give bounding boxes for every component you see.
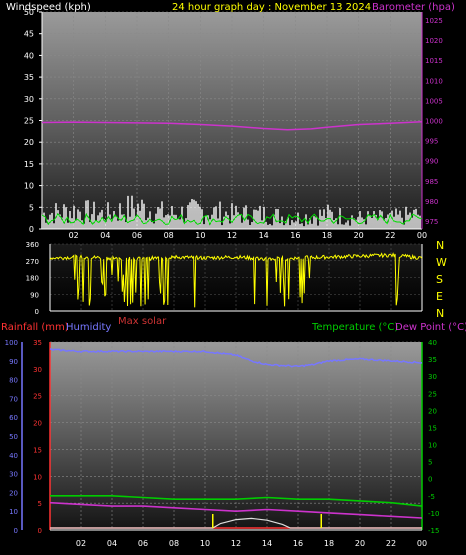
dewpoint-label: Dew Point (°C) [395,322,466,333]
x-tick: 18 [324,539,334,548]
y-right-tick: 995 [425,138,438,146]
rain-tick: 35 [33,339,42,347]
temp-tick: 15 [428,424,437,432]
humidity-tick: 80 [9,377,18,385]
x-tick: 10 [195,231,205,240]
temp-tick: 5 [428,459,432,467]
humidity-tick: 0 [14,527,18,535]
x-tick: 08 [164,231,174,240]
y-left-tick: 40 [24,51,34,60]
y-tick: 180 [26,275,39,283]
y-right-tick: 985 [425,178,438,186]
x-tick: 08 [169,539,179,548]
compass-w: W [436,256,447,269]
x-tick: 20 [355,539,365,548]
y-left-tick: 50 [24,8,34,17]
x-tick: 14 [259,231,269,240]
y-left-tick: 15 [24,160,34,169]
x-tick: 12 [227,231,237,240]
humidity-tick: 60 [9,414,18,422]
humidity-tick: 30 [9,471,18,479]
x-tick: 06 [138,539,148,548]
humidity-label: Humidity [66,322,111,333]
y-right-tick: 1020 [425,37,443,45]
humidity-tick: 20 [9,489,18,497]
temp-tick: 40 [428,339,437,347]
temp-tick: -10 [428,510,439,518]
rain-tick: 25 [33,393,42,401]
x-tick: 10 [200,539,210,548]
y-right-tick: 1000 [425,118,443,126]
humidity-tick: 40 [9,452,18,460]
x-tick: 02 [76,539,86,548]
y-right-tick: 990 [425,158,438,166]
graph-canvas: Windspeed (kph) 24 hour graph day : Nove… [1,2,466,548]
y-tick: 90 [30,291,39,299]
compass-n-top: N [436,239,444,252]
y-left-tick: 35 [24,73,34,82]
y-right-tick: 1015 [425,57,443,65]
temp-tick: 30 [428,373,437,381]
y-left-tick: 0 [29,225,34,234]
compass-e: E [436,290,443,303]
rain-tick: 20 [33,420,42,428]
humidity-tick: 90 [9,358,18,366]
y-left-tick: 45 [24,30,34,39]
y-left-tick: 30 [24,95,34,104]
humidity-tick: 10 [9,508,18,516]
rain-tick: 5 [38,500,42,508]
y-tick: 360 [26,241,39,249]
rain-tick: 10 [33,473,42,481]
y-right-tick: 980 [425,198,438,206]
temp-tick: -5 [428,493,435,501]
temp-tick: 35 [428,356,437,364]
max-solar-label: Max solar [118,316,167,327]
weather-graph: Windspeed (kph) 24 hour graph day : Nove… [0,0,466,555]
rain-tick: 0 [38,527,42,535]
y-tick: 270 [26,258,39,266]
x-tick: 18 [322,231,332,240]
y-left-tick: 5 [29,203,34,212]
compass-s: S [436,273,443,286]
y-right-tick: 1010 [425,77,443,85]
rainfall-label: Rainfall (mm) [1,322,69,333]
x-tick: 22 [385,231,395,240]
x-tick: 14 [262,539,272,548]
temp-tick: 25 [428,390,437,398]
x-tick: 04 [100,231,110,240]
temp-tick: 10 [428,442,437,450]
x-tick: 16 [293,539,303,548]
temperature-label: Temperature (°C) [311,322,398,333]
humidity-tick: 70 [9,395,18,403]
y-right-tick: 1025 [425,17,443,25]
compass-n-bottom: N [436,307,444,320]
x-tick: 16 [290,231,300,240]
rain-tick: 30 [33,366,42,374]
y-left-tick: 20 [24,138,34,147]
y-tick: 0 [35,308,39,316]
x-tick: 20 [354,231,364,240]
y-left-tick: 25 [24,117,34,126]
x-tick: 06 [132,231,142,240]
barometer-label: Barometer (hpa) [372,2,455,13]
rain-tick: 15 [33,446,42,454]
temp-tick: -15 [428,527,439,535]
temp-tick: 0 [428,476,432,484]
x-tick: 02 [69,231,79,240]
x-tick: 00 [417,539,427,548]
compass-labels: N W S E N [436,239,447,320]
y-right-tick: 1005 [425,97,443,105]
x-tick: 00 [417,231,427,240]
x-tick: 12 [231,539,241,548]
humidity-tick: 50 [9,433,18,441]
temp-tick: 20 [428,407,437,415]
x-tick: 22 [386,539,396,548]
y-right-tick: 975 [425,218,438,226]
windspeed-label: Windspeed (kph) [6,2,91,13]
graph-title: 24 hour graph day : November 13 2024 [172,2,371,13]
humidity-tick: 100 [5,339,18,347]
x-tick: 04 [107,539,117,548]
y-left-tick: 10 [24,182,34,191]
